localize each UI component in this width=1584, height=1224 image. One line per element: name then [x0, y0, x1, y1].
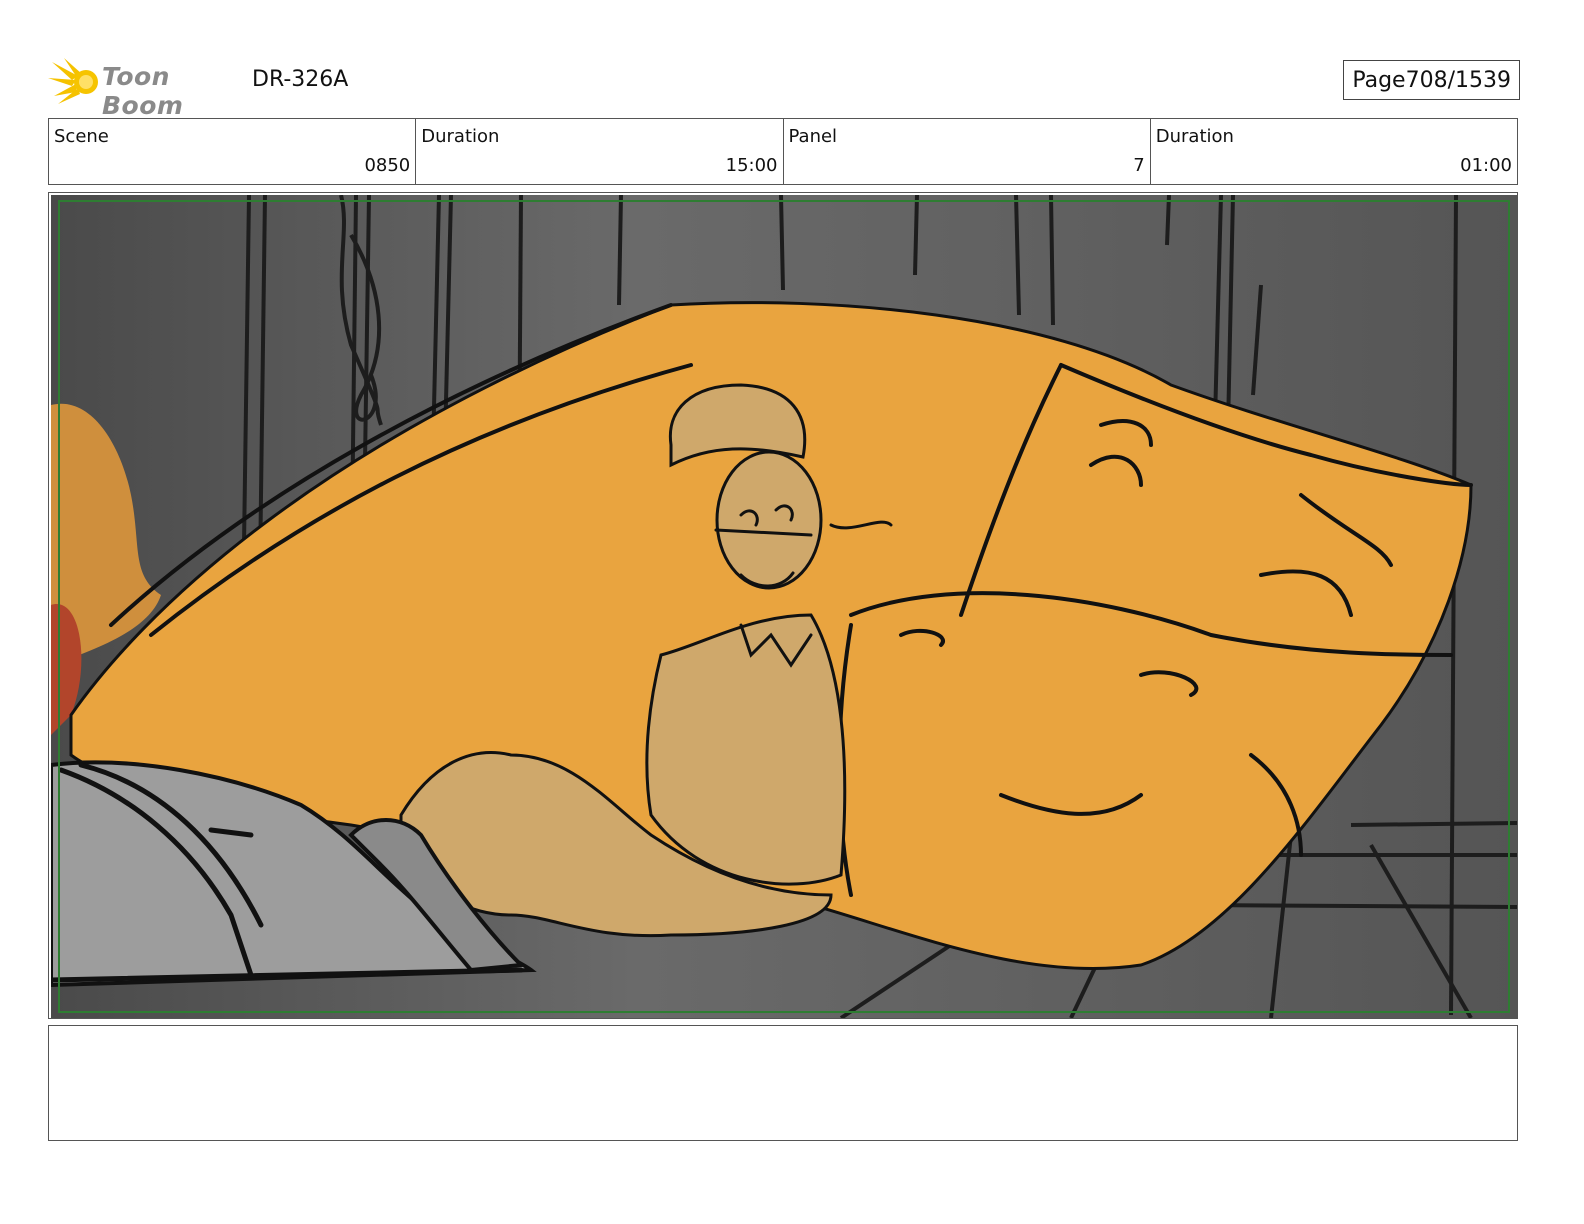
- character-torso: [645, 613, 847, 886]
- scene-cell: Scene 0850: [49, 119, 417, 184]
- toon-boom-logo: Toon Boom: [48, 56, 238, 120]
- starburst-icon: [48, 58, 98, 104]
- page-number: 708/1539: [1405, 67, 1511, 93]
- project-code: DR-326A: [252, 67, 349, 92]
- scene-duration-cell: Duration 15:00: [416, 119, 784, 184]
- panel-info-table: Scene 0850 Duration 15:00 Panel 7 Durati…: [48, 118, 1518, 185]
- scene-value: 0850: [364, 155, 411, 176]
- character-face: [715, 450, 823, 590]
- page-indicator: Page 708/1539: [1343, 60, 1520, 100]
- page-header: Toon Boom DR-326A Page 708/1539: [48, 56, 1520, 120]
- storyboard-panel: [48, 192, 1518, 1019]
- logo-text: Toon Boom: [102, 62, 184, 120]
- panel-duration-label: Duration: [1155, 126, 1234, 147]
- panel-label: Panel: [788, 126, 838, 147]
- panel-cell: Panel 7: [784, 119, 1151, 184]
- scene-duration-label: Duration: [421, 126, 500, 147]
- panel-value: 7: [1133, 155, 1145, 176]
- panel-duration-cell: Duration 01:00: [1151, 119, 1517, 184]
- panel-drawing: [51, 195, 1517, 1018]
- scene-label: Scene: [54, 126, 109, 147]
- panel-notes-box: [48, 1025, 1518, 1141]
- panel-duration-value: 01:00: [1460, 155, 1512, 176]
- page-label: Page: [1352, 67, 1406, 93]
- scene-duration-value: 15:00: [725, 155, 778, 176]
